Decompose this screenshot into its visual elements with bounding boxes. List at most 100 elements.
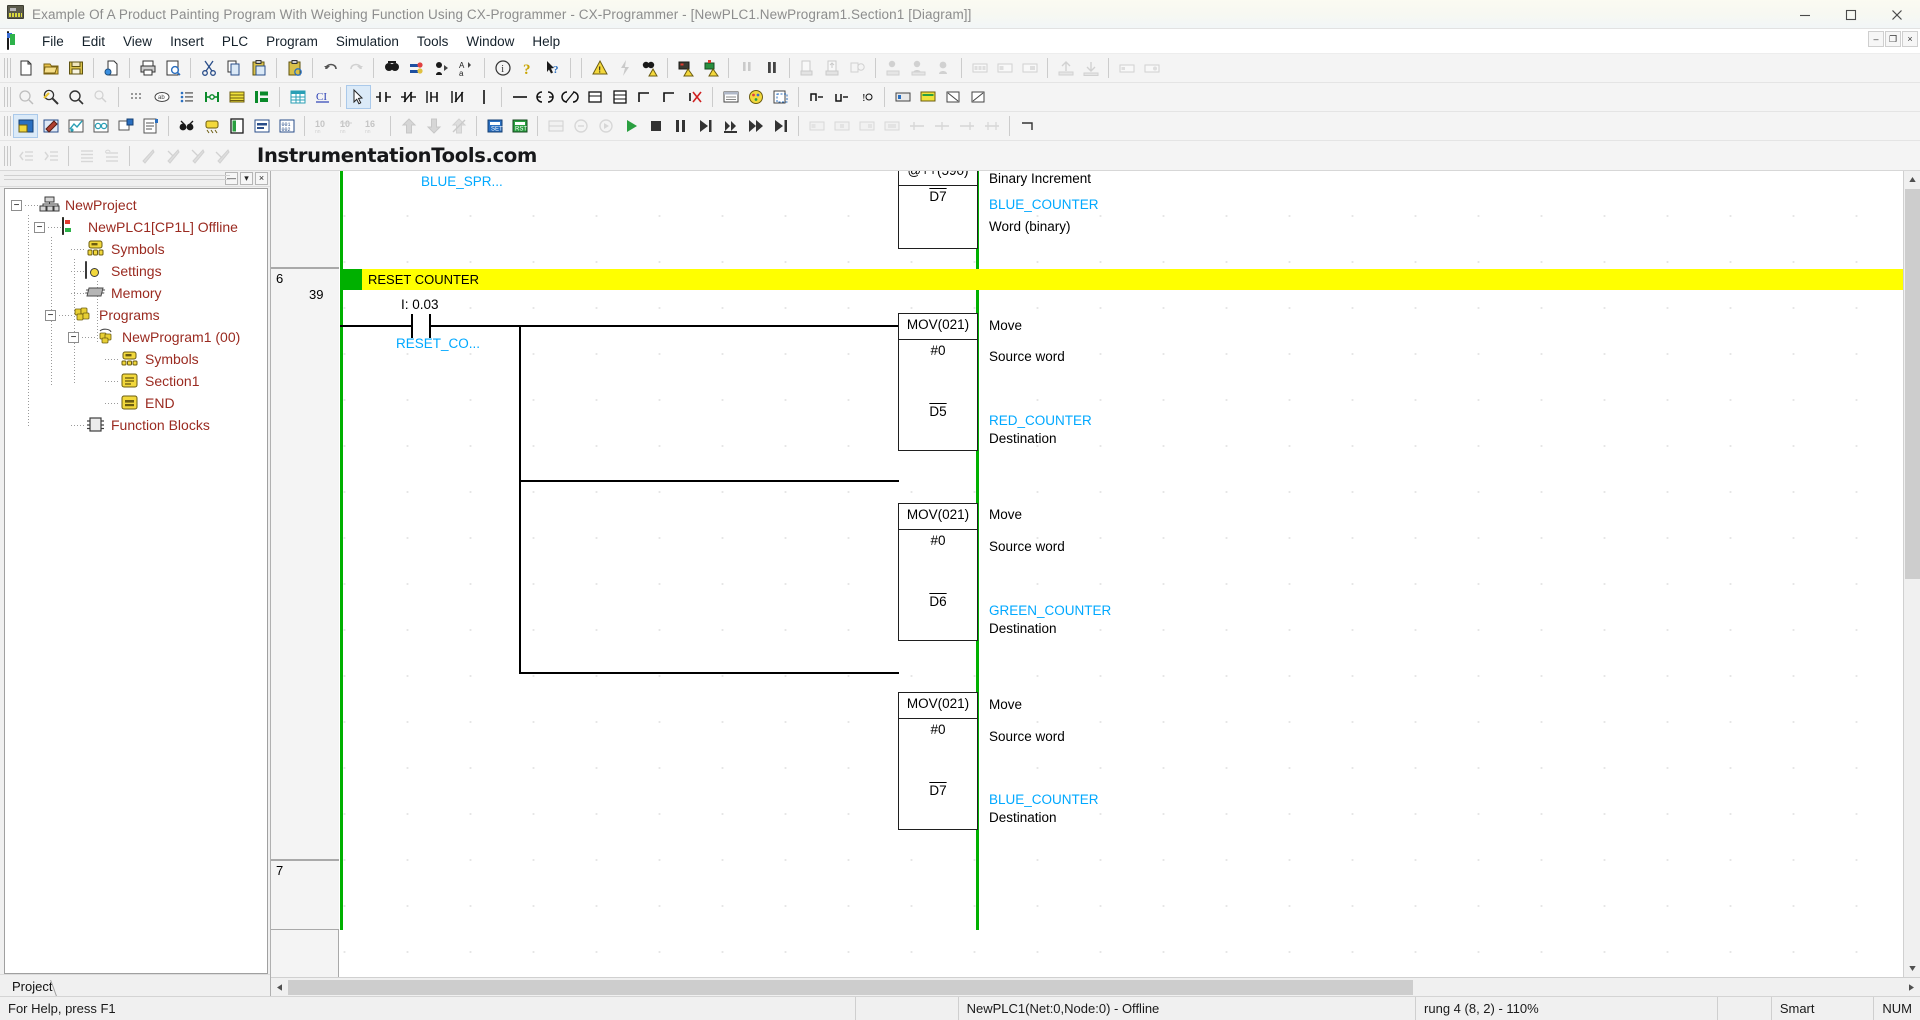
online-edit-begin-icon[interactable] xyxy=(568,114,593,138)
help-info-icon[interactable]: i xyxy=(490,56,515,80)
program-assign-icon[interactable] xyxy=(906,56,931,80)
pause-run-icon[interactable] xyxy=(734,56,759,80)
scroll-track[interactable] xyxy=(288,979,1903,996)
immediate-refresh-icon[interactable]: ! xyxy=(854,85,879,109)
toolbar-grip[interactable] xyxy=(4,58,11,78)
scroll-left-button[interactable] xyxy=(271,978,288,996)
memory-transfer-icon[interactable] xyxy=(1017,56,1042,80)
align-distribute-icon[interactable] xyxy=(979,114,1004,138)
tree-item-symbols[interactable]: Symbols xyxy=(5,238,267,260)
cross-reference-popup-icon[interactable] xyxy=(113,114,138,138)
cross-reference-icon[interactable] xyxy=(285,85,310,109)
compare-with-plc-icon[interactable] xyxy=(845,56,870,80)
zoom-out-icon[interactable] xyxy=(13,85,38,109)
watch-window-icon[interactable] xyxy=(718,85,743,109)
mov-instruction-box-2[interactable]: MOV(021) #0 D6 xyxy=(898,503,978,641)
paste-special-icon[interactable] xyxy=(282,56,307,80)
tree-item-newplc1[interactable]: − NewPLC1[CP1L] Offline xyxy=(5,216,267,238)
differentiate-up-icon[interactable] xyxy=(804,85,829,109)
mdi-restore-button[interactable]: ❐ xyxy=(1885,31,1901,47)
pane-close-button[interactable]: × xyxy=(255,172,268,185)
align-bottom-icon[interactable] xyxy=(954,114,979,138)
toolbar-grip[interactable] xyxy=(4,145,11,166)
minimize-button[interactable] xyxy=(1782,0,1828,29)
menu-item-window[interactable]: Window xyxy=(457,32,523,51)
print-range-icon[interactable] xyxy=(768,85,793,109)
undo-icon[interactable] xyxy=(318,56,343,80)
force-on-icon[interactable] xyxy=(940,85,965,109)
tree-item-settings[interactable]: Settings xyxy=(5,260,267,282)
simulation-panel-c-icon[interactable] xyxy=(854,114,879,138)
tree-item-newprogram1[interactable]: − NewProgram1 (00) xyxy=(5,326,267,348)
signed-decimal-monitor-icon[interactable]: 10 nn xyxy=(335,114,360,138)
online-edit-send-icon[interactable] xyxy=(593,114,618,138)
program-compare-icon[interactable] xyxy=(931,56,956,80)
tree-item-memory[interactable]: Memory xyxy=(5,282,267,304)
print-icon[interactable] xyxy=(135,56,160,80)
normally-open-contact[interactable] xyxy=(411,314,433,338)
toolbar-grip[interactable] xyxy=(4,116,11,136)
new-file-icon[interactable] xyxy=(13,56,38,80)
horizontal-line-icon[interactable] xyxy=(507,85,532,109)
horizontal-scrollbar[interactable] xyxy=(271,977,1920,996)
monitor-mode-icon[interactable] xyxy=(668,114,693,138)
tree-expander[interactable]: − xyxy=(68,331,79,343)
memory-view-icon[interactable] xyxy=(967,56,992,80)
hex-monitor-icon[interactable]: 16 nn xyxy=(360,114,385,138)
project-tree[interactable]: − NewProject − NewPLC1[CP1L] Offline Sym… xyxy=(4,188,268,974)
color-palette-icon[interactable] xyxy=(743,85,768,109)
list-all-icon[interactable] xyxy=(74,144,99,168)
tree-item-program-symbols[interactable]: Symbols xyxy=(5,348,267,370)
zoom-selection-icon[interactable] xyxy=(38,85,63,109)
tree-item-end[interactable]: END xyxy=(5,392,267,414)
menu-item-simulation[interactable]: Simulation xyxy=(327,32,408,51)
scroll-thumb[interactable] xyxy=(1905,189,1920,579)
pane-menu-button[interactable]: ▾ xyxy=(240,172,253,185)
mdi-minimize-button[interactable]: – xyxy=(1868,31,1884,47)
rung-comment-bar[interactable]: RESET COUNTER xyxy=(340,269,1903,290)
toolbar-grip[interactable] xyxy=(4,87,11,107)
force-reset-icon[interactable] xyxy=(421,114,446,138)
zoom-reset-icon[interactable] xyxy=(88,85,113,109)
menu-item-view[interactable]: View xyxy=(114,32,161,51)
select-mode-icon[interactable] xyxy=(346,85,371,109)
new-closed-contact-icon[interactable] xyxy=(396,85,421,109)
compile-warning-icon[interactable]: ! xyxy=(587,56,612,80)
new-contact-icon[interactable] xyxy=(371,85,396,109)
io-comment-view-icon[interactable]: 001 002 xyxy=(274,114,299,138)
transfer-from-plc-icon[interactable] xyxy=(820,56,845,80)
inline-instruction-icon[interactable] xyxy=(632,85,657,109)
monitor-values-icon[interactable] xyxy=(915,85,940,109)
ladder-view-icon[interactable] xyxy=(224,114,249,138)
simulation-panel-a-icon[interactable] xyxy=(804,114,829,138)
address-reference-tool-icon[interactable] xyxy=(38,114,63,138)
tree-expander[interactable]: − xyxy=(45,309,56,321)
print-preview-icon[interactable] xyxy=(160,56,185,80)
memory-edit-icon[interactable] xyxy=(992,56,1017,80)
new-coil-icon[interactable] xyxy=(532,85,557,109)
force-set-icon[interactable] xyxy=(396,114,421,138)
toggle-comment-icon[interactable]: ab xyxy=(149,85,174,109)
menu-item-plc[interactable]: PLC xyxy=(213,32,257,51)
online-icon[interactable] xyxy=(612,56,637,80)
decimal-monitor-icon[interactable]: 10 nn xyxy=(310,114,335,138)
paste-icon[interactable] xyxy=(246,56,271,80)
menu-item-edit[interactable]: Edit xyxy=(73,32,114,51)
find-icon[interactable] xyxy=(379,56,404,80)
differential-monitor-icon[interactable] xyxy=(543,114,568,138)
scroll-right-button[interactable] xyxy=(1903,978,1920,996)
simulation-panel-d-icon[interactable] xyxy=(879,114,904,138)
scan-run-icon[interactable] xyxy=(718,114,743,138)
new-block-program-icon[interactable] xyxy=(607,85,632,109)
delete-line-icon[interactable] xyxy=(682,85,707,109)
up-line-icon[interactable] xyxy=(657,85,682,109)
open-file-icon[interactable] xyxy=(38,56,63,80)
mov-instruction-box-1[interactable]: MOV(021) #0 D5 xyxy=(898,313,978,451)
redo-icon[interactable] xyxy=(343,56,368,80)
align-middle-icon[interactable] xyxy=(929,114,954,138)
properties-icon[interactable] xyxy=(138,114,163,138)
show-rung-comment-icon[interactable] xyxy=(174,85,199,109)
save-to-memory-card-icon[interactable] xyxy=(99,56,124,80)
simulation-panel-b-icon[interactable] xyxy=(829,114,854,138)
increment-instruction-box[interactable]: @++(590) D7 xyxy=(898,171,978,249)
